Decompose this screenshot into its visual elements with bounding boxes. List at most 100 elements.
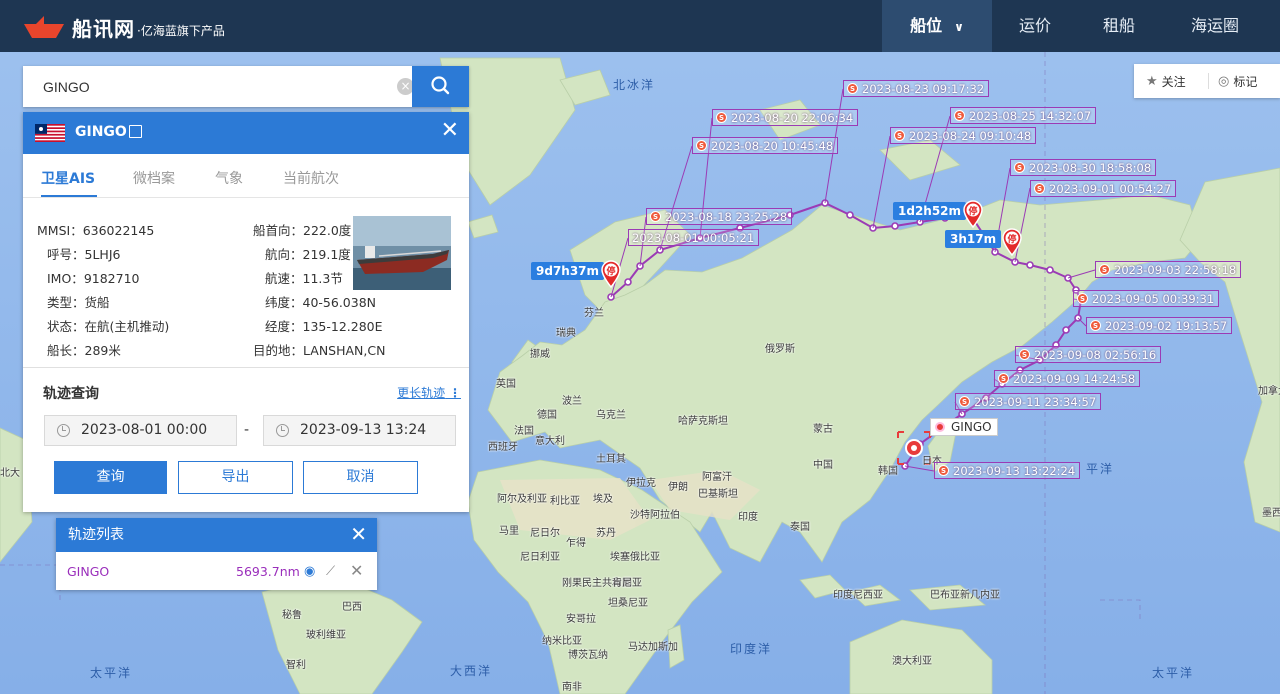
chart-icon[interactable]: ⟋ — [326, 564, 335, 579]
place-label: 澳大利亚 — [892, 656, 932, 667]
tab-micro-profile[interactable]: 微档案 — [133, 168, 175, 188]
stop-pin-icon[interactable]: 停 — [962, 200, 984, 228]
stop-duration-badge[interactable]: 1d2h52m — [893, 202, 967, 220]
search-input[interactable] — [23, 66, 412, 107]
track-time-label[interactable]: S 2023-09-02 19:13:57 — [1086, 317, 1233, 334]
place-label: 泰国 — [790, 522, 810, 533]
track-point-icon: S — [954, 110, 965, 121]
edit-icon[interactable] — [129, 125, 142, 138]
track-point-icon: S — [1090, 320, 1101, 331]
place-label: 阿富汗 — [702, 472, 732, 483]
date-range-separator: - — [244, 422, 250, 438]
cancel-button[interactable]: 取消 — [303, 461, 418, 494]
track-time-label[interactable]: S 2023-09-09 14:24:58 — [994, 370, 1141, 387]
export-button[interactable]: 导出 — [178, 461, 293, 494]
ship-map-label[interactable]: GINGO — [930, 418, 998, 436]
ocean-label-pacific-east: 太平洋 — [1152, 666, 1195, 680]
start-date-field[interactable]: 2023-08-01 00:00 — [44, 415, 237, 446]
track-query-title: 轨迹查询 — [43, 386, 99, 402]
info-longitude: 经度：135-12.280E — [265, 319, 383, 334]
track-time-text: 2023-09-01 00:54:27 — [1049, 181, 1172, 196]
info-heading: 船首向：222.0度 — [253, 223, 352, 238]
track-time-label[interactable]: S 2023-08-18 23:25:28 — [646, 208, 793, 225]
stop-pin-icon[interactable]: 停 — [1001, 228, 1023, 256]
track-time-label[interactable]: S 2023-09-01 00:54:27 — [1030, 180, 1177, 197]
track-time-text: 2023-08-23 09:17:32 — [862, 81, 985, 96]
top-navigation: 船讯网 ·亿海蓝旗下产品 船位 ∨ 运价 租船 海运圈 — [0, 0, 1280, 52]
track-list-vessel-name[interactable]: GINGO — [67, 564, 109, 579]
track-time-label[interactable]: S 2023-08-30 18:58:08 — [1010, 159, 1157, 176]
place-label: 坦桑尼亚 — [608, 598, 648, 609]
track-time-text: 2023-09-03 22:58:18 — [1114, 262, 1237, 277]
track-time-label[interactable]: S 2023-09-08 02:56:16 — [1015, 346, 1162, 363]
track-point[interactable] — [846, 211, 854, 219]
track-point[interactable] — [1026, 261, 1034, 269]
place-label: 德国 — [537, 410, 557, 421]
track-time-label[interactable]: S 2023-08-23 09:17:32 — [843, 80, 990, 97]
track-time-label[interactable]: S 2023-09-11 23:34:57 — [955, 393, 1102, 410]
mark-button[interactable]: ◎ 标记 — [1218, 73, 1257, 90]
remove-icon[interactable]: ✕ — [350, 561, 363, 580]
tab-weather[interactable]: 气象 — [215, 168, 243, 188]
track-point[interactable] — [1046, 266, 1054, 274]
tab-satellite-ais[interactable]: 卫星AIS — [41, 168, 95, 188]
track-time-label[interactable]: S 2023-08-24 09:10:48 — [890, 127, 1037, 144]
track-time-label[interactable]: S 2023-09-03 22:58:18 — [1095, 261, 1242, 278]
ocean-label-arctic: 北冰洋 — [613, 78, 656, 92]
track-time-label[interactable]: S 2023-08-20 22:06:34 — [712, 109, 859, 126]
place-label: 博茨瓦纳 — [568, 650, 608, 661]
eye-icon[interactable]: ◉ — [304, 564, 315, 579]
track-time-label[interactable]: S 2023-08-20 10:45:48 — [692, 137, 839, 154]
site-logo[interactable]: 船讯网 ·亿海蓝旗下产品 — [22, 12, 225, 42]
place-label: 肯尼亚 — [612, 578, 642, 589]
nav-item-freight[interactable]: 运价 — [1004, 0, 1066, 52]
longer-track-link[interactable]: 更长轨迹 ⋮ — [397, 384, 461, 401]
track-time-label[interactable]: S 2023-09-13 13:22:24 — [934, 462, 1081, 479]
tab-current-voyage[interactable]: 当前航次 — [283, 168, 339, 188]
active-tab-indicator — [41, 195, 97, 197]
search-icon — [431, 76, 450, 95]
end-date-field[interactable]: 2023-09-13 13:24 — [263, 415, 456, 446]
place-label: 巴布亚新几内亚 — [930, 590, 1000, 601]
info-speed: 航速：11.3节 — [265, 271, 343, 286]
clock-icon — [57, 424, 70, 437]
nav-item-shipping-circle[interactable]: 海运圈 — [1176, 0, 1254, 52]
stop-duration-badge[interactable]: 9d7h37m — [531, 262, 605, 280]
stop-duration-badge[interactable]: 3h17m — [945, 230, 1002, 248]
place-label: 安哥拉 — [566, 614, 596, 625]
vessel-photo[interactable] — [353, 216, 451, 290]
svg-text:停: 停 — [606, 265, 615, 277]
clock-icon — [276, 424, 289, 437]
close-icon[interactable]: ✕ — [441, 120, 459, 142]
tag-icon: ◎ — [1218, 74, 1230, 89]
liberia-flag-icon — [35, 124, 65, 142]
logo-subtitle: ·亿海蓝旗下产品 — [137, 23, 225, 38]
close-icon[interactable]: ✕ — [350, 524, 367, 544]
follow-button[interactable]: ★ 关注 — [1146, 73, 1186, 90]
place-label: 马达加斯加 — [628, 642, 678, 653]
info-course: 航向：219.1度 — [265, 247, 351, 262]
place-label: 加拿大 — [1258, 386, 1280, 397]
track-list-title: 轨迹列表 — [68, 527, 124, 543]
place-label: 墨西 — [1262, 508, 1280, 519]
track-point-icon: S — [696, 140, 707, 151]
track-point-icon: S — [716, 112, 727, 123]
vessel-panel-header: GINGO ✕ — [23, 112, 469, 154]
logo-name: 船讯网 — [72, 16, 135, 41]
place-label: 纳米比亚 — [542, 636, 582, 647]
track-time-label[interactable]: 2023-08-01 00:05:21 — [628, 229, 760, 246]
track-point-icon: S — [1099, 264, 1110, 275]
track-point[interactable] — [891, 222, 899, 230]
track-time-label[interactable]: S 2023-08-25 14:32:07 — [950, 107, 1097, 124]
nav-item-label: 船位 — [910, 16, 943, 35]
track-point-icon: S — [959, 396, 970, 407]
track-time-label[interactable]: S 2023-09-05 00:39:31 — [1073, 290, 1220, 307]
nav-item-ship-position[interactable]: 船位 ∨ — [882, 0, 992, 52]
place-label: 秘鲁 — [282, 610, 302, 621]
track-point[interactable] — [624, 278, 632, 286]
search-button[interactable] — [412, 66, 469, 107]
nav-item-charter[interactable]: 租船 — [1088, 0, 1150, 52]
stop-pin-icon[interactable]: 停 — [600, 260, 622, 288]
query-button[interactable]: 查询 — [54, 461, 167, 494]
track-point[interactable] — [1062, 326, 1070, 334]
